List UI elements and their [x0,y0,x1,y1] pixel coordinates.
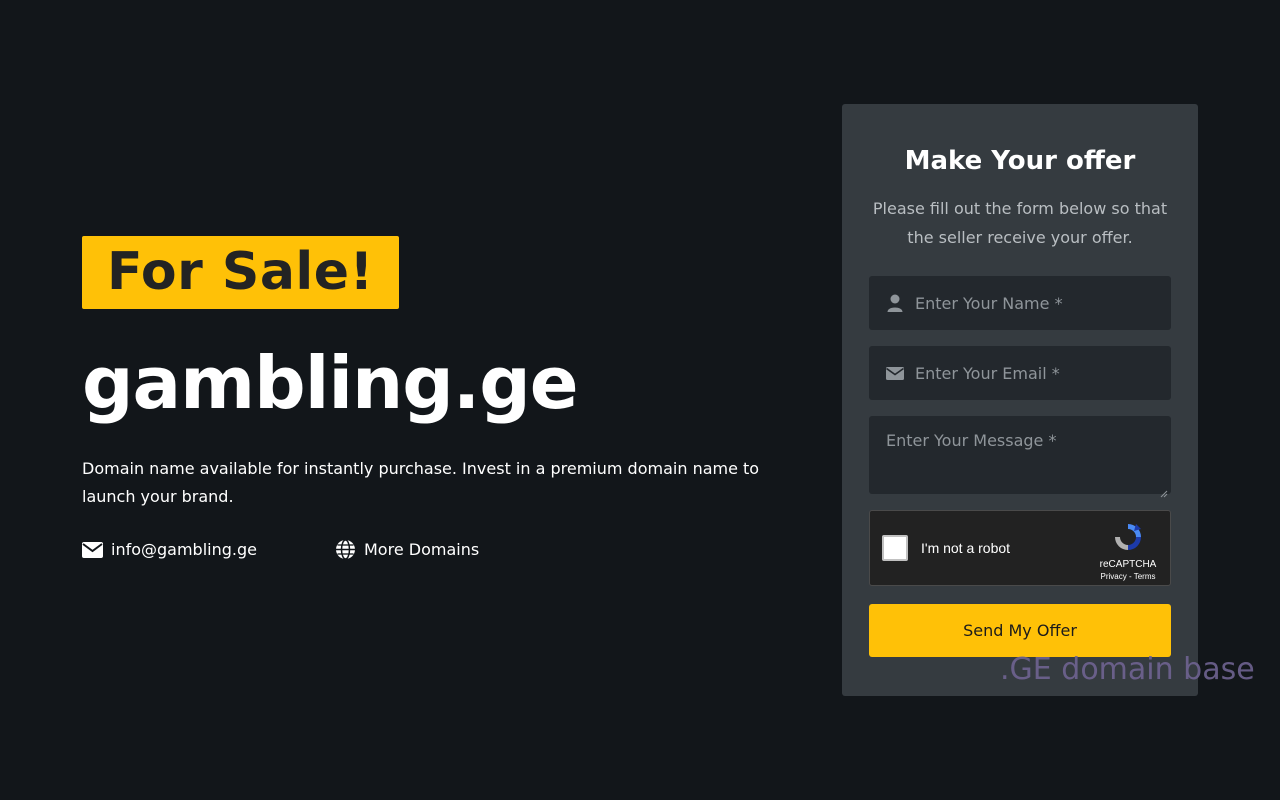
recaptcha-widget: I'm not a robot reCAPTCHA Privacy - Term… [869,510,1171,586]
recaptcha-brand-name: reCAPTCHA [1099,559,1157,570]
offer-form-card: Make Your offer Please fill out the form… [842,104,1198,696]
contact-row: info@gambling.ge More Domains [82,539,782,560]
hero-section: For Sale! gambling.ge Domain name availa… [82,236,782,560]
recaptcha-label: I'm not a robot [921,540,1011,556]
offer-form-subtitle: Please fill out the form below so that t… [872,199,1168,247]
email-field [869,346,1171,400]
message-field [869,416,1171,498]
email-input[interactable] [869,346,1171,400]
resize-grip-icon[interactable] [1160,483,1168,498]
for-sale-badge: For Sale! [82,236,399,309]
email-link[interactable]: info@gambling.ge [82,539,335,560]
recaptcha-privacy-terms[interactable]: Privacy - Terms [1098,572,1158,581]
recaptcha-logo-icon [1112,524,1144,557]
more-domains-label: More Domains [364,540,480,559]
name-field [869,276,1171,330]
domain-name-heading: gambling.ge [82,341,579,425]
more-domains-link[interactable]: More Domains [335,539,479,560]
name-input[interactable] [869,276,1171,330]
envelope-icon [885,363,905,383]
globe-icon [335,539,356,560]
message-textarea[interactable] [869,416,1171,494]
recaptcha-brand: reCAPTCHA Privacy - Terms [1098,521,1158,581]
email-link-label: info@gambling.ge [111,540,257,559]
user-icon [885,293,905,313]
recaptcha-checkbox[interactable] [882,535,908,561]
envelope-icon [82,539,103,560]
domain-description: Domain name available for instantly purc… [82,459,760,506]
watermark-text: .GE domain base [1000,652,1255,687]
offer-form-title: Make Your offer [904,146,1136,176]
page: For Sale! gambling.ge Domain name availa… [0,0,1280,800]
